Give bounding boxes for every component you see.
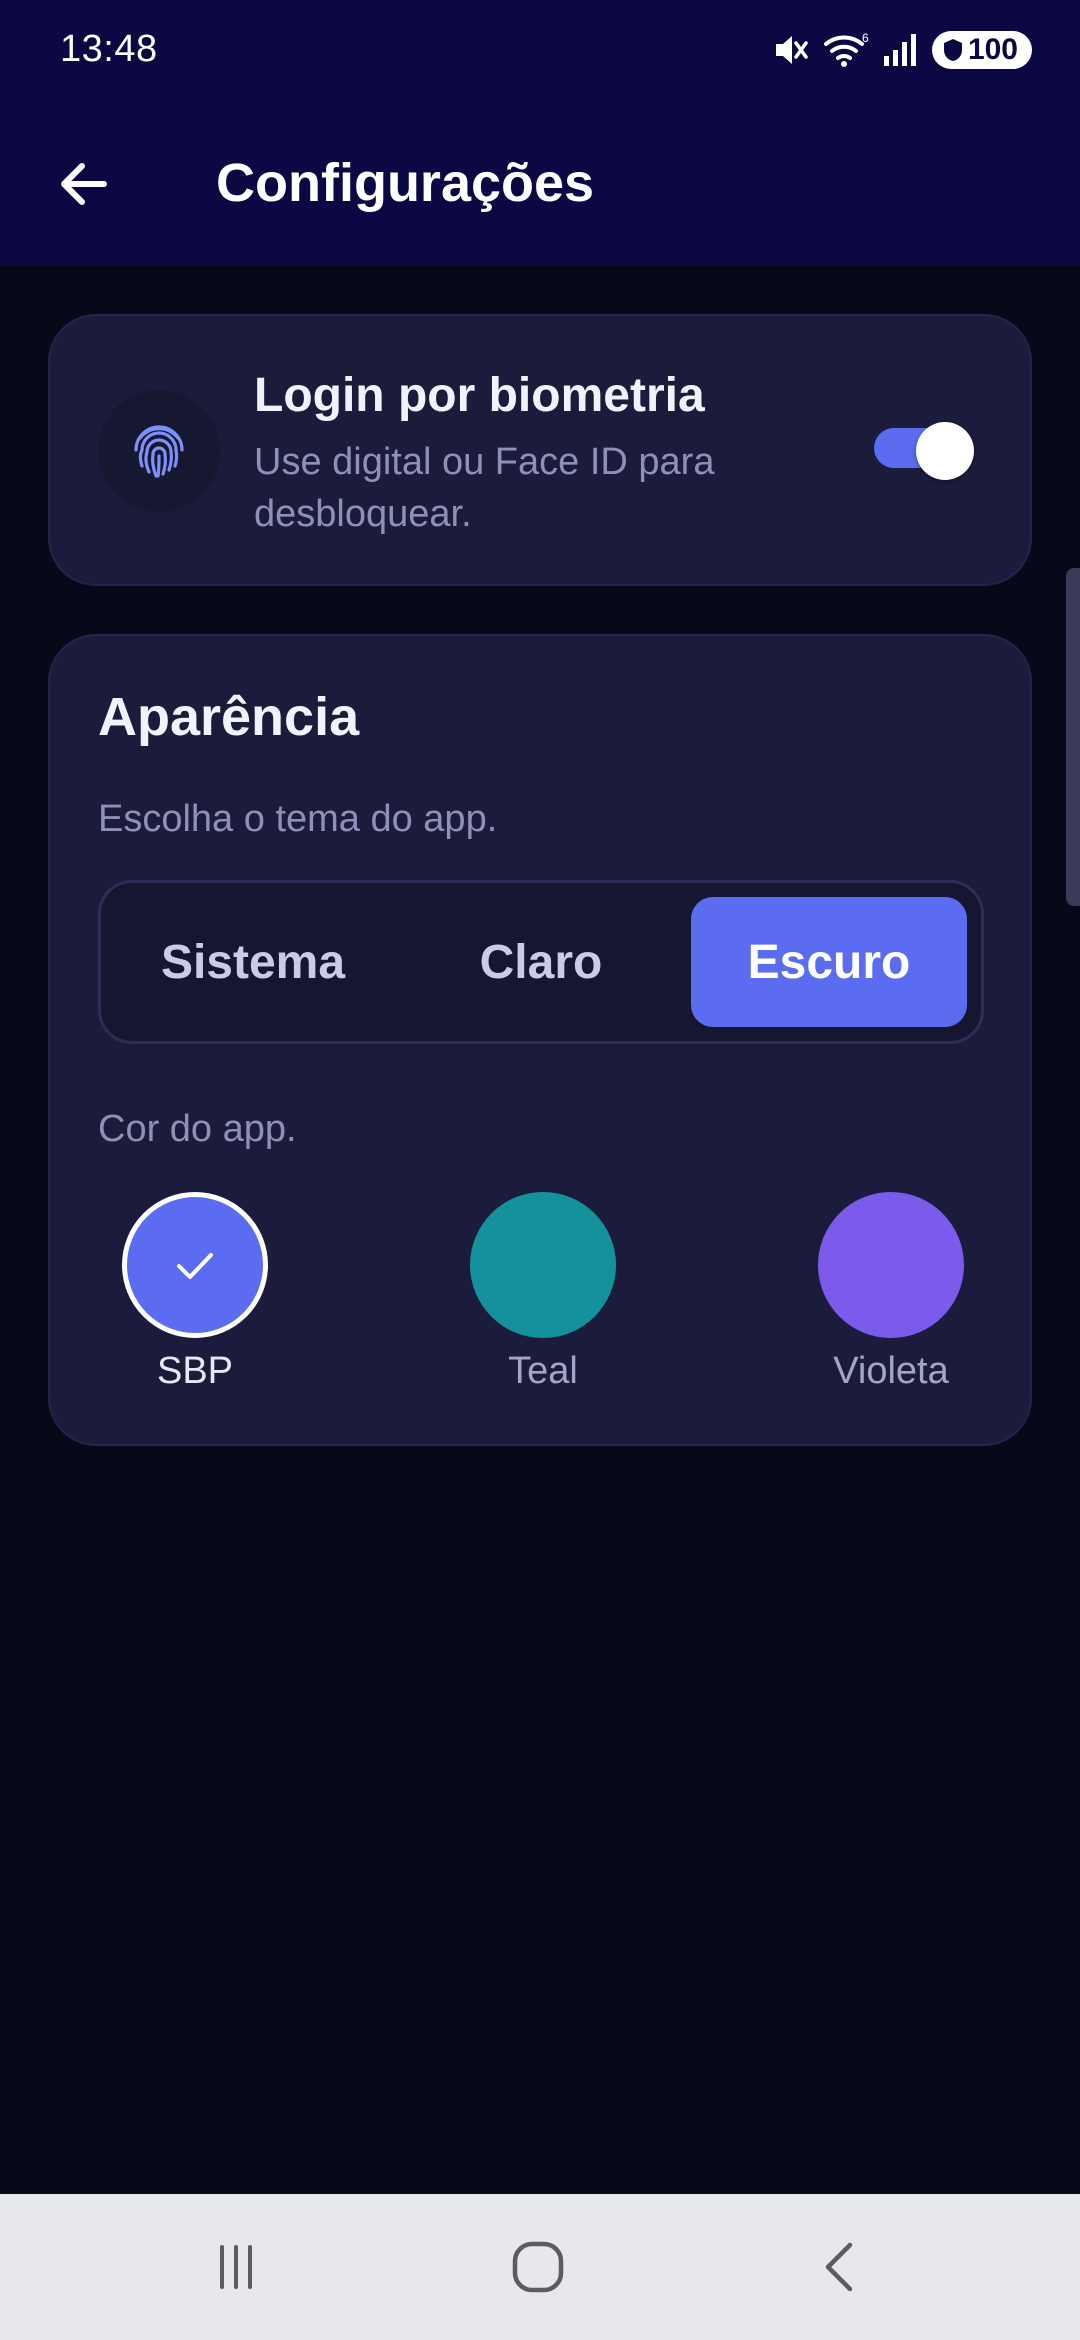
battery-icon: 100 — [931, 31, 1032, 69]
nav-back-button[interactable] — [782, 2224, 902, 2310]
status-time: 13:48 — [60, 28, 158, 70]
biometric-subtitle: Use digital ou Face ID para desbloquear. — [254, 441, 715, 535]
fingerprint-icon — [98, 390, 220, 512]
toggle-knob — [916, 422, 974, 480]
check-icon — [177, 1253, 213, 1279]
app-bar: 13:48 6 100 Configurações — [0, 0, 1080, 266]
appearance-card: Aparência Escolha o tema do app. Sistema… — [48, 634, 1032, 1446]
color-swatch-violeta[interactable] — [818, 1192, 964, 1338]
theme-option-sistema[interactable]: Sistema — [115, 897, 391, 1027]
theme-label: Escolha o tema do app. — [98, 798, 498, 840]
color-name-teal: Teal — [508, 1350, 578, 1392]
home-icon — [512, 2241, 564, 2293]
battery-level: 100 — [967, 33, 1018, 66]
svg-text:6: 6 — [862, 31, 869, 45]
biometric-title: Login por biometria — [254, 369, 705, 422]
scrollbar[interactable] — [1066, 568, 1080, 906]
wifi-icon: 6 — [822, 30, 870, 70]
theme-option-escuro[interactable]: Escuro — [691, 897, 967, 1027]
mute-icon — [770, 30, 810, 70]
back-icon — [825, 2242, 853, 2292]
signal-icon — [882, 30, 920, 70]
recent-apps-button[interactable] — [176, 2224, 296, 2310]
shield-icon — [943, 39, 962, 61]
color-name-sbp: SBP — [156, 1350, 234, 1392]
appearance-title: Aparência — [98, 687, 360, 747]
system-nav-bar — [0, 2194, 1080, 2340]
color-name-violeta: Violeta — [833, 1350, 949, 1392]
page-title: Configurações — [216, 153, 595, 213]
biometric-toggle[interactable] — [874, 422, 974, 480]
theme-selector: Sistema Claro Escuro — [98, 880, 984, 1044]
color-label: Cor do app. — [98, 1108, 297, 1150]
color-swatch-sbp[interactable] — [122, 1192, 268, 1338]
home-button[interactable] — [478, 2224, 598, 2310]
status-icons: 6 100 — [770, 28, 1032, 72]
color-swatch-teal[interactable] — [470, 1192, 616, 1338]
arrow-left-icon — [61, 163, 107, 205]
theme-option-claro[interactable]: Claro — [403, 897, 679, 1027]
back-button[interactable] — [46, 146, 122, 222]
biometric-card: Login por biometria Use digital ou Face … — [48, 314, 1032, 586]
recent-apps-icon — [220, 2245, 252, 2289]
